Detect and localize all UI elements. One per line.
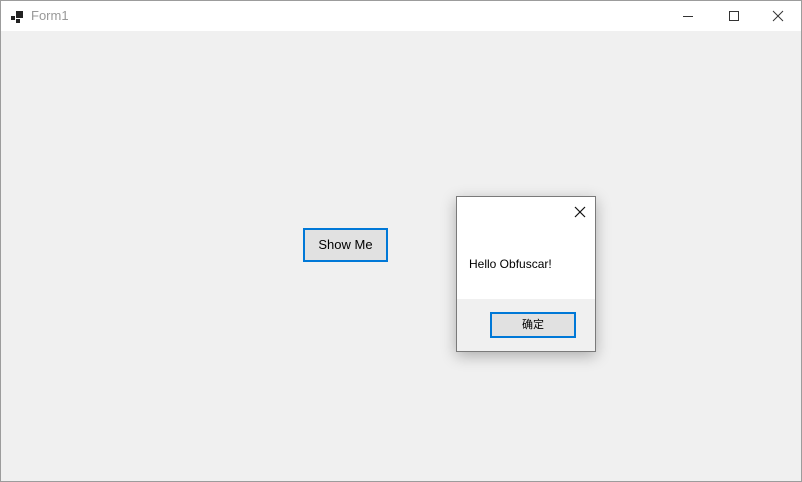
form-client-area: Show Me [1,31,801,481]
message-text: Hello Obfuscar! [469,257,552,271]
main-window: Form1 Show Me Hello Obfuscar! 确定 [0,0,802,482]
ok-button[interactable]: 确定 [490,312,576,338]
dialog-close-button[interactable] [571,203,589,221]
minimize-icon [683,16,693,17]
window-close-button[interactable] [755,1,801,31]
app-window-icon [11,10,23,23]
minimize-button[interactable] [665,1,711,31]
maximize-button[interactable] [711,1,757,31]
window-title: Form1 [31,8,69,23]
dialog-button-bar: 确定 [457,299,595,351]
close-icon [574,206,586,218]
close-icon [772,10,784,22]
show-me-button[interactable]: Show Me [303,228,388,262]
maximize-icon [729,11,739,21]
message-box-dialog: Hello Obfuscar! 确定 [456,196,596,352]
title-bar[interactable]: Form1 [1,1,801,31]
